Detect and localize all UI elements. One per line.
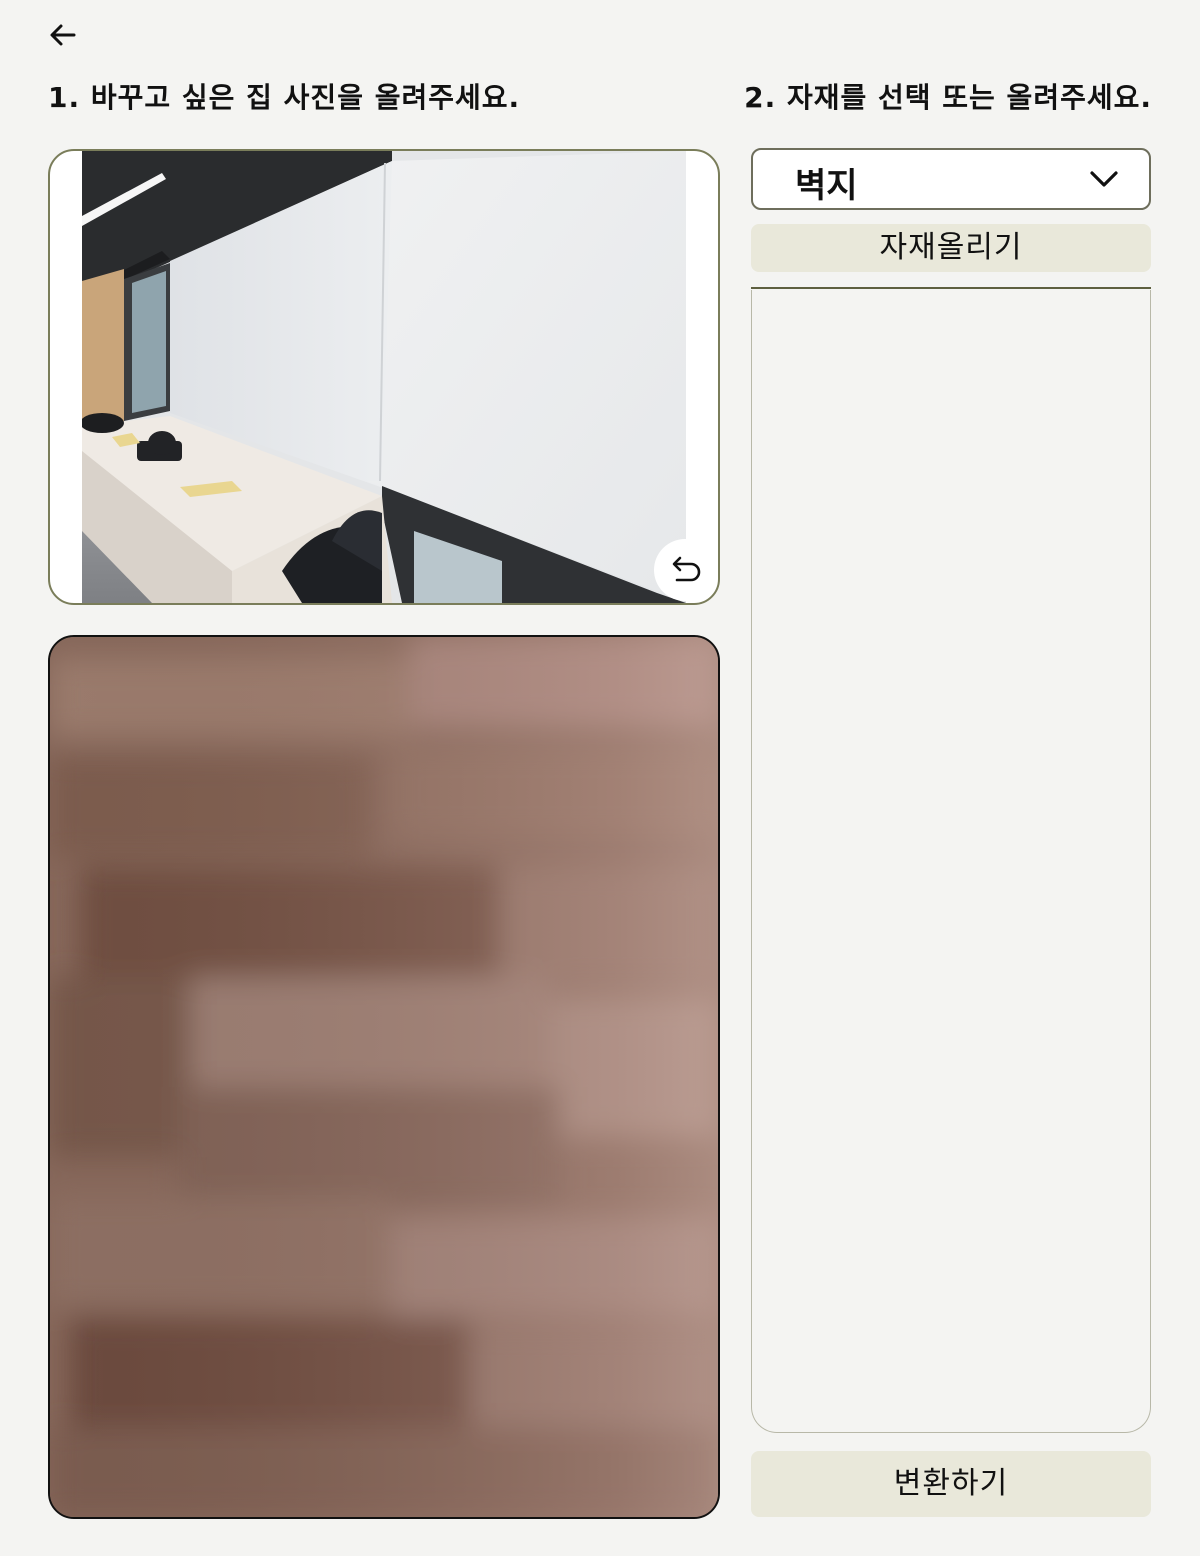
selected-category: 벽지 [795,166,858,206]
material-category-select[interactable]: 벽지 [751,148,1151,210]
arrow-left-icon [50,24,76,46]
room-photo [82,151,686,603]
step1-title: 1. 바꾸고 싶은 집 사진을 올려주세요. [48,81,521,114]
convert-button[interactable]: 변환하기 [751,1451,1151,1517]
upload-material-button[interactable]: 자재올리기 [751,224,1151,272]
wood-texture [50,637,718,1517]
room-photo-frame[interactable] [48,149,720,605]
material-texture-preview[interactable] [48,635,720,1519]
step2-title: 2. 자재를 선택 또는 올려주세요. [744,81,1152,114]
divider [751,287,1151,289]
undo-icon [672,556,701,582]
chevron-down-icon [1090,171,1118,187]
material-list[interactable] [751,290,1151,1433]
back-button[interactable] [46,18,80,52]
undo-button[interactable] [654,539,716,601]
